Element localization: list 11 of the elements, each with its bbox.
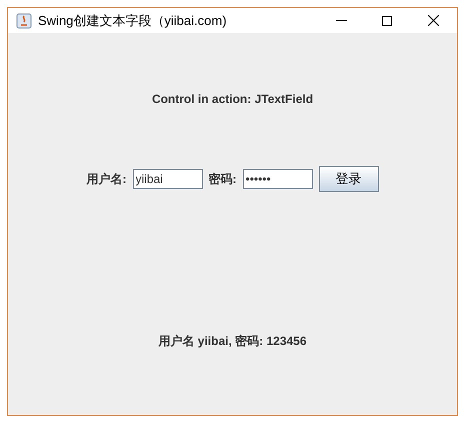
close-icon[interactable] <box>428 15 439 26</box>
username-label: 用户名: <box>86 171 126 188</box>
username-field[interactable]: yiibai <box>132 169 202 189</box>
header-label: Control in action: JTextField <box>152 91 314 108</box>
login-button[interactable]: 登录 <box>318 166 378 192</box>
maximize-icon[interactable] <box>382 16 392 26</box>
status-label: 用户名 yiibai, 密码: 123456 <box>158 333 307 350</box>
app-icon <box>16 12 32 28</box>
password-field[interactable]: •••••• <box>242 169 312 189</box>
window-title: Swing创建文本字段（yiibai.com) <box>38 12 227 30</box>
password-label: 密码: <box>208 171 236 188</box>
